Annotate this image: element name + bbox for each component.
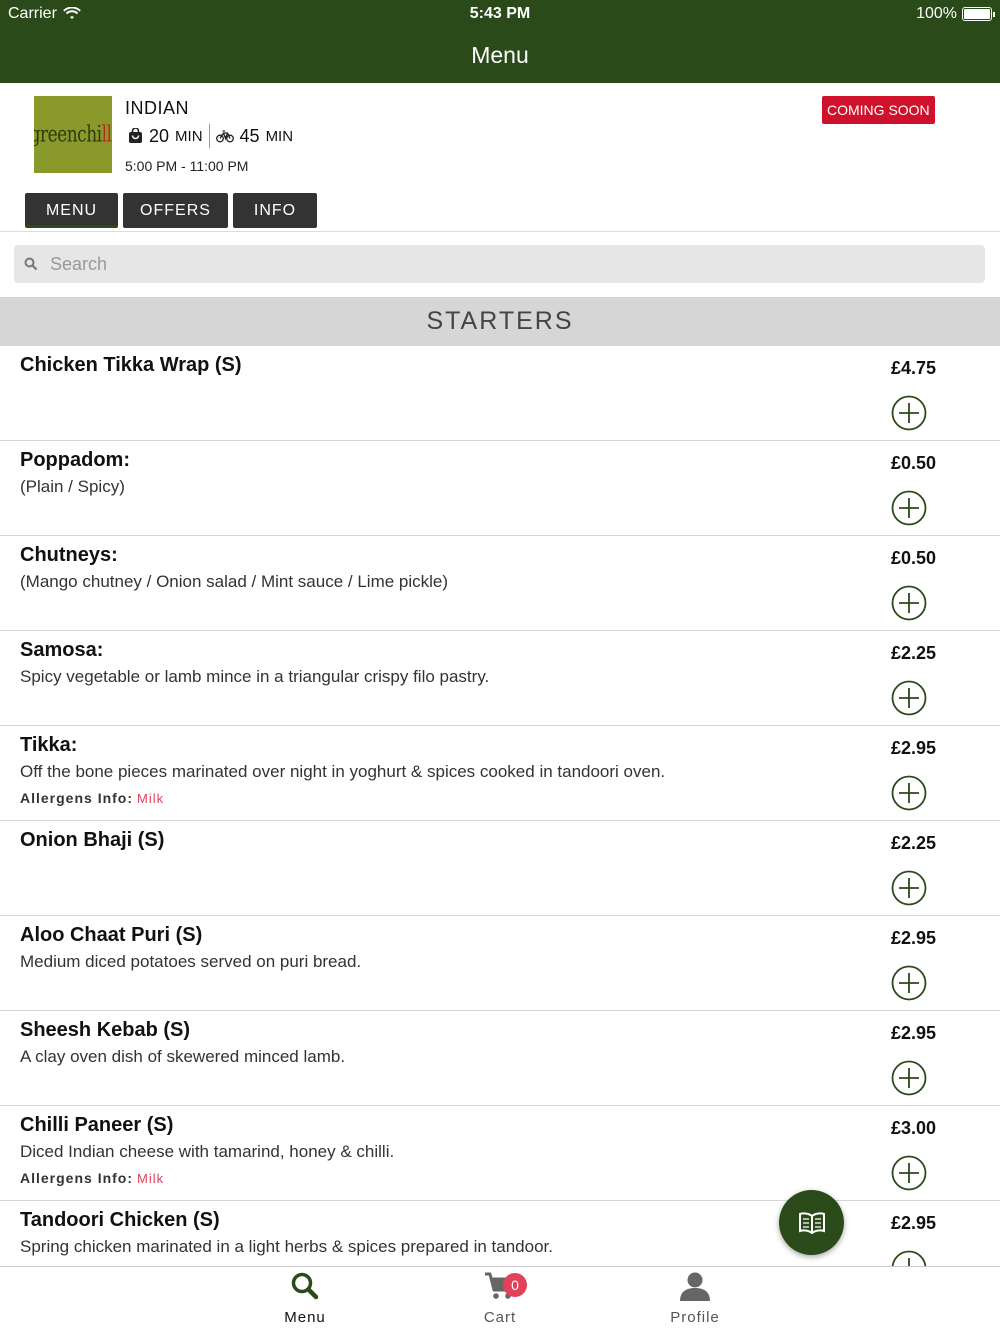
status-time: 5:43 PM: [469, 5, 531, 22]
item-name: Tandoori Chicken (S): [20, 1209, 220, 1231]
search-field[interactable]: [14, 245, 985, 283]
menu-item[interactable]: Chutneys: (Mango chutney / Onion salad / …: [0, 536, 1000, 631]
search-bar: [0, 231, 1000, 297]
search-icon: [24, 257, 38, 271]
item-name: Samosa:: [20, 639, 104, 661]
item-description: Diced Indian cheese with tamarind, honey…: [20, 1142, 395, 1161]
cuisine-label: INDIAN: [125, 98, 190, 118]
menu-item[interactable]: Samosa: Spicy vegetable or lamb mince in …: [0, 631, 1000, 726]
add-to-cart-icon[interactable]: [891, 965, 927, 1001]
logo-text: greenchilli: [34, 121, 112, 148]
page-title: Menu: [471, 42, 529, 68]
add-to-cart-icon[interactable]: [891, 775, 927, 811]
tabbar-profile-label: Profile: [670, 1309, 720, 1326]
add-to-cart-icon[interactable]: [891, 1060, 927, 1096]
item-description: (Plain / Spicy): [20, 477, 125, 496]
item-price: £2.25: [890, 833, 936, 853]
allergen-value: Milk: [137, 1171, 165, 1186]
bag-icon: [129, 128, 142, 143]
add-to-cart-icon[interactable]: [891, 1155, 927, 1191]
item-description: Spring chicken marinated in a light herb…: [20, 1237, 553, 1256]
cart-count-badge: 0: [503, 1273, 527, 1297]
add-to-cart-icon[interactable]: [891, 395, 927, 431]
item-price: £2.95: [890, 1213, 936, 1233]
menu-item[interactable]: Onion Bhaji (S) £2.25: [0, 821, 1000, 916]
allergen-label: Allergens Info:: [20, 1170, 134, 1186]
item-description: (Mango chutney / Onion salad / Mint sauc…: [20, 572, 449, 591]
bottom-tab-bar: Menu 0 Cart Profile: [0, 1266, 1000, 1334]
add-to-cart-icon[interactable]: [891, 490, 927, 526]
menu-item[interactable]: Aloo Chaat Puri (S) Medium diced potatoes…: [0, 916, 1000, 1011]
battery: 100%: [916, 5, 995, 23]
tabbar-cart-label: Cart: [483, 1309, 517, 1326]
add-to-cart-icon[interactable]: [891, 1250, 927, 1266]
item-description: Medium diced potatoes served on puri bre…: [20, 952, 362, 971]
app-header: Carrier 5:43 PM 100% Menu: [0, 0, 1000, 83]
item-price: £3.00: [890, 1118, 936, 1138]
item-price: £2.95: [890, 928, 936, 948]
item-name: Sheesh Kebab (S): [20, 1019, 191, 1041]
item-name: Onion Bhaji (S): [20, 829, 165, 851]
item-description: Spicy vegetable or lamb mince in a trian…: [20, 667, 490, 686]
menu-item[interactable]: Poppadom: (Plain / Spicy) £0.50: [0, 441, 1000, 536]
open-book-icon: [798, 1211, 825, 1234]
battery-label: 100%: [916, 5, 957, 22]
add-to-cart-icon[interactable]: [891, 870, 927, 906]
person-icon: [680, 1272, 710, 1301]
search-icon: [291, 1272, 319, 1300]
item-price: £2.95: [890, 738, 936, 758]
collection-time: 20 MIN: [128, 126, 203, 147]
menu-item[interactable]: Tandoori Chicken (S) Spring chicken marin…: [0, 1201, 1000, 1266]
delivery-time: 45 MIN: [215, 126, 293, 147]
item-price: £2.95: [890, 1023, 936, 1043]
battery-icon: [962, 7, 995, 21]
item-name: Poppadom:: [20, 449, 130, 471]
restaurant-logo: greenchilli: [34, 96, 112, 173]
menu-item[interactable]: Sheesh Kebab (S) A clay oven dish of skew…: [0, 1011, 1000, 1106]
allergen-info: Allergens Info: Milk: [20, 790, 164, 806]
tabbar-menu[interactable]: Menu: [245, 1271, 365, 1326]
menu-item[interactable]: Chilli Paneer (S) Diced Indian cheese wit…: [0, 1106, 1000, 1201]
item-name: Chilli Paneer (S): [20, 1114, 174, 1136]
opening-hours: 5:00 PM - 11:00 PM: [125, 158, 249, 174]
item-price: £2.25: [890, 643, 936, 663]
menu-item[interactable]: Chicken Tikka Wrap (S) £4.75: [0, 346, 1000, 441]
search-input[interactable]: [50, 253, 950, 275]
add-to-cart-icon[interactable]: [891, 680, 927, 716]
menu-item[interactable]: Tikka: Off the bone pieces marinated over…: [0, 726, 1000, 821]
tabbar-menu-label: Menu: [284, 1309, 326, 1326]
allergen-value: Milk: [137, 791, 165, 806]
tab-menu[interactable]: MENU: [25, 193, 118, 228]
tabbar-cart[interactable]: 0 Cart: [440, 1271, 560, 1326]
menu-item-list: Chicken Tikka Wrap (S) £4.75 Poppadom: (Pla…: [0, 346, 1000, 1266]
status-bar: Carrier 5:43 PM 100%: [0, 0, 1000, 28]
item-price: £0.50: [890, 548, 936, 568]
item-description: Off the bone pieces marinated over night…: [20, 762, 666, 781]
allergen-info: Allergens Info: Milk: [20, 1170, 164, 1186]
delivery-times: 20 MIN 45 MIN: [128, 124, 293, 148]
restaurant-tabs: MENU OFFERS INFO: [25, 193, 317, 228]
item-name: Aloo Chaat Puri (S): [20, 924, 203, 946]
item-name: Chutneys:: [20, 544, 118, 566]
tab-info[interactable]: INFO: [233, 193, 317, 228]
restaurant-header: greenchilli INDIAN 20 MIN 45 MIN 5:00 PM…: [0, 83, 1000, 231]
item-description: A clay oven dish of skewered minced lamb…: [20, 1047, 346, 1066]
category-header: STARTERS: [0, 297, 1000, 346]
allergen-label: Allergens Info:: [20, 790, 134, 806]
item-price: £0.50: [890, 453, 936, 473]
add-to-cart-icon[interactable]: [891, 585, 927, 621]
tabbar-profile[interactable]: Profile: [635, 1271, 755, 1326]
tab-offers[interactable]: OFFERS: [123, 193, 228, 228]
bicycle-icon: [215, 130, 234, 143]
item-price: £4.75: [890, 358, 936, 378]
menu-book-button[interactable]: [779, 1190, 844, 1255]
item-name: Chicken Tikka Wrap (S): [20, 354, 242, 376]
status-badge: COMING SOON: [822, 96, 935, 124]
item-name: Tikka:: [20, 734, 78, 756]
divider: [208, 124, 210, 148]
